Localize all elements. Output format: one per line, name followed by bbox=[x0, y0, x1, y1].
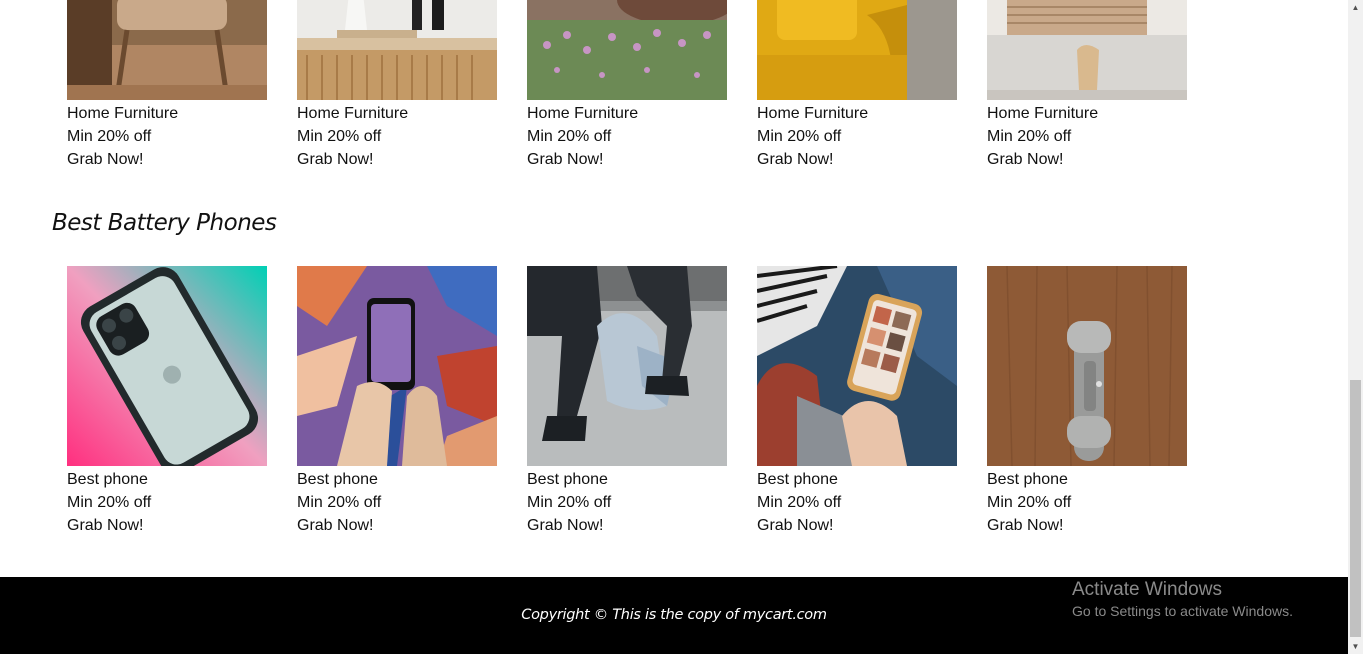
product-discount: Min 20% off bbox=[987, 128, 1072, 145]
product-discount: Min 20% off bbox=[527, 128, 612, 145]
phones-product-grid: Best phone Min 20% off Grab Now! Best ph… bbox=[67, 266, 1187, 537]
product-card[interactable]: Best phone Min 20% off Grab Now! bbox=[757, 266, 957, 537]
product-title[interactable]: Home Furniture bbox=[67, 102, 267, 125]
product-image-phone-graffiti[interactable] bbox=[297, 266, 497, 466]
product-image-wall-telephone[interactable] bbox=[987, 266, 1187, 466]
product-title[interactable]: Best phone bbox=[527, 468, 727, 491]
product-discount: Min 20% off bbox=[987, 494, 1072, 511]
product-title[interactable]: Best phone bbox=[757, 468, 957, 491]
product-title[interactable]: Home Furniture bbox=[987, 102, 1187, 125]
grab-now-link[interactable]: Grab Now! bbox=[297, 514, 497, 537]
product-card[interactable]: Home Furniture Min 20% off Grab Now! bbox=[67, 0, 267, 171]
product-card[interactable]: Best phone Min 20% off Grab Now! bbox=[67, 266, 267, 537]
vertical-scrollbar[interactable]: ▲ ▼ bbox=[1348, 0, 1363, 654]
scrollbar-thumb[interactable] bbox=[1350, 380, 1361, 637]
grab-now-link[interactable]: Grab Now! bbox=[987, 148, 1187, 171]
product-image-chair[interactable] bbox=[67, 0, 267, 100]
product-image-yellow-chair[interactable] bbox=[757, 0, 957, 100]
grab-now-link[interactable]: Grab Now! bbox=[67, 148, 267, 171]
product-title[interactable]: Home Furniture bbox=[297, 102, 497, 125]
product-card[interactable]: Home Furniture Min 20% off Grab Now! bbox=[987, 0, 1187, 171]
product-card[interactable]: Best phone Min 20% off Grab Now! bbox=[297, 266, 497, 537]
product-title[interactable]: Best phone bbox=[67, 468, 267, 491]
grab-now-link[interactable]: Grab Now! bbox=[297, 148, 497, 171]
product-discount: Min 20% off bbox=[757, 128, 842, 145]
grab-now-link[interactable]: Grab Now! bbox=[527, 514, 727, 537]
product-card[interactable]: Best phone Min 20% off Grab Now! bbox=[987, 266, 1187, 537]
scroll-up-arrow-icon[interactable]: ▲ bbox=[1348, 0, 1363, 15]
grab-now-link[interactable]: Grab Now! bbox=[757, 148, 957, 171]
product-discount: Min 20% off bbox=[67, 128, 152, 145]
grab-now-link[interactable]: Grab Now! bbox=[757, 514, 957, 537]
product-discount: Min 20% off bbox=[297, 128, 382, 145]
product-image-window-chair[interactable] bbox=[987, 0, 1187, 100]
scroll-down-arrow-icon[interactable]: ▼ bbox=[1348, 639, 1363, 654]
product-card[interactable]: Home Furniture Min 20% off Grab Now! bbox=[757, 0, 957, 171]
product-discount: Min 20% off bbox=[757, 494, 842, 511]
product-discount: Min 20% off bbox=[67, 494, 152, 511]
watermark-subtitle: Go to Settings to activate Windows. bbox=[1072, 603, 1293, 619]
product-image-person-sitting[interactable] bbox=[527, 266, 727, 466]
product-title[interactable]: Home Furniture bbox=[757, 102, 957, 125]
product-discount: Min 20% off bbox=[527, 494, 612, 511]
grab-now-link[interactable]: Grab Now! bbox=[527, 148, 727, 171]
product-image-iphone-back[interactable] bbox=[67, 266, 267, 466]
section-title: Best Battery Phones bbox=[52, 210, 277, 236]
grab-now-link[interactable]: Grab Now! bbox=[987, 514, 1187, 537]
furniture-product-grid: Home Furniture Min 20% off Grab Now! Hom… bbox=[67, 0, 1187, 171]
product-image-sideboard[interactable] bbox=[297, 0, 497, 100]
grab-now-link[interactable]: Grab Now! bbox=[67, 514, 267, 537]
product-card[interactable]: Best phone Min 20% off Grab Now! bbox=[527, 266, 727, 537]
watermark-title: Activate Windows bbox=[1072, 579, 1222, 600]
product-image-phone-in-hand[interactable] bbox=[757, 266, 957, 466]
product-title[interactable]: Home Furniture bbox=[527, 102, 727, 125]
product-discount: Min 20% off bbox=[297, 494, 382, 511]
product-image-lavender[interactable] bbox=[527, 0, 727, 100]
activate-windows-watermark: Activate Windows Go to Settings to activ… bbox=[1072, 579, 1293, 621]
product-card[interactable]: Home Furniture Min 20% off Grab Now! bbox=[297, 0, 497, 171]
product-card[interactable]: Home Furniture Min 20% off Grab Now! bbox=[527, 0, 727, 171]
product-title[interactable]: Best phone bbox=[987, 468, 1187, 491]
product-title[interactable]: Best phone bbox=[297, 468, 497, 491]
page: Home Furniture Min 20% off Grab Now! Hom… bbox=[0, 0, 1348, 654]
